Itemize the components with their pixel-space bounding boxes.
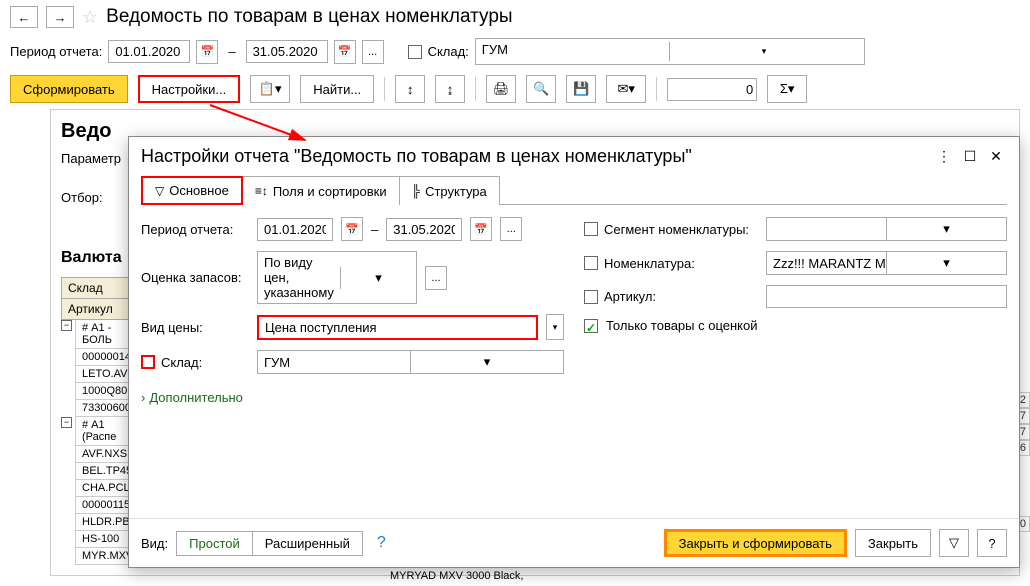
print-icon[interactable]: 🖨 (486, 75, 516, 103)
help-button[interactable]: ? (977, 529, 1007, 557)
tree-toggle[interactable]: − (61, 320, 72, 331)
period-more-button[interactable]: ... (362, 40, 384, 64)
dlg-period-label: Период отчета: (141, 222, 249, 237)
preview-icon[interactable]: 🔍 (526, 75, 556, 103)
warehouse-checkbox[interactable] (408, 45, 422, 59)
nomenclature-checkbox[interactable] (584, 256, 598, 270)
generate-button[interactable]: Сформировать (10, 75, 128, 103)
view-label: Вид: (141, 536, 168, 551)
segment-checkbox[interactable] (584, 222, 598, 236)
chevron-down-icon[interactable]: ▾ (546, 314, 564, 340)
tab-main[interactable]: ▽Основное (141, 176, 243, 205)
settings-button[interactable]: Настройки... (138, 75, 241, 103)
back-button[interactable]: ← (10, 6, 38, 28)
funnel-icon: ▽ (155, 184, 164, 198)
th-article: Артикул (61, 298, 131, 320)
page-title: Ведомость по товарам в ценах номенклатур… (106, 6, 512, 28)
params-label: Параметр (61, 151, 136, 166)
segment-select[interactable]: ▾ (766, 217, 1007, 241)
more-menu-icon[interactable]: ⋮ (933, 145, 955, 167)
article-checkbox[interactable] (584, 290, 598, 304)
forward-button[interactable]: → (46, 6, 74, 28)
expand-button[interactable]: ↕ (395, 75, 425, 103)
find-button[interactable]: Найти... (300, 75, 374, 103)
warehouse-label: Склад: (428, 44, 469, 59)
warehouse-checkbox[interactable] (141, 355, 155, 369)
close-generate-button[interactable]: Закрыть и сформировать (664, 529, 847, 557)
segment-label: Сегмент номенклатуры: (604, 222, 749, 237)
dlg-date-from[interactable] (257, 218, 333, 241)
bottom-partial-text: MYRYAD MXV 3000 Black, (390, 570, 523, 582)
help-icon[interactable]: ? (377, 534, 386, 552)
chevron-down-icon[interactable]: ▾ (669, 42, 858, 61)
tree-icon: ╠ (412, 184, 421, 198)
stock-eval-select[interactable]: По виду цен, указанному▾ (257, 251, 417, 304)
date-dash: – (228, 44, 235, 59)
chevron-right-icon: › (141, 390, 145, 405)
clipboard-dropdown-button[interactable]: 📋▾ (250, 75, 290, 103)
article-input[interactable] (766, 285, 1007, 308)
calendar-icon[interactable]: 📅 (341, 217, 363, 241)
filter-label: Отбор: (61, 190, 136, 205)
date-to-calendar-icon[interactable]: 📅 (334, 40, 356, 64)
maximize-icon[interactable]: ☐ (959, 145, 981, 167)
date-to-input[interactable] (246, 40, 328, 63)
favorite-star-icon[interactable]: ☆ (82, 7, 98, 28)
more-link[interactable]: ›Дополнительно (141, 390, 243, 405)
th-warehouse: Склад (61, 277, 131, 299)
price-type-select[interactable]: Цена поступления (257, 315, 538, 340)
only-valued-checkbox[interactable] (584, 319, 598, 333)
settings-dialog: Настройки отчета "Ведомость по товарам в… (128, 136, 1020, 568)
stock-eval-more[interactable]: ... (425, 266, 447, 290)
chevron-down-icon[interactable]: ▾ (886, 218, 1006, 240)
save-icon[interactable]: 💾 (566, 75, 596, 103)
dlg-date-to[interactable] (386, 218, 462, 241)
dialog-title: Настройки отчета "Ведомость по товарам в… (141, 146, 929, 167)
sigma-dropdown-button[interactable]: Σ▾ (767, 75, 807, 103)
chevron-down-icon[interactable]: ▾ (886, 252, 1006, 274)
period-label: Период отчета: (10, 44, 102, 59)
price-type-label: Вид цены: (141, 320, 249, 335)
sort-icon: ≡↕ (255, 184, 268, 198)
filter-icon[interactable]: ▽ (939, 529, 969, 557)
only-valued-label: Только товары с оценкой (606, 318, 758, 333)
close-button[interactable]: Закрыть (855, 529, 931, 557)
chevron-down-icon[interactable]: ▾ (340, 267, 416, 289)
nomenclature-select[interactable]: Zzz!!! MARANTZ M-CR 611 Black▾ (766, 251, 1007, 275)
calendar-icon[interactable]: 📅 (470, 217, 492, 241)
tab-structure[interactable]: ╠Структура (399, 176, 500, 205)
close-icon[interactable]: ✕ (985, 145, 1007, 167)
currency-label: Валюта (61, 249, 122, 267)
collapse-button[interactable]: ↨ (435, 75, 465, 103)
dlg-warehouse-label: Склад: (161, 355, 202, 370)
date-from-calendar-icon[interactable]: 📅 (196, 40, 218, 64)
chevron-down-icon[interactable]: ▾ (410, 351, 563, 373)
period-more[interactable]: ... (500, 217, 522, 241)
nomenclature-label: Номенклатура: (604, 256, 695, 271)
view-advanced-button[interactable]: Расширенный (252, 532, 362, 555)
number-input[interactable] (667, 78, 757, 101)
article-label: Артикул: (604, 289, 656, 304)
warehouse-select[interactable]: ГУМ ▾ (475, 38, 865, 65)
view-simple-button[interactable]: Простой (177, 532, 252, 555)
dlg-warehouse-select[interactable]: ГУМ▾ (257, 350, 564, 374)
mail-dropdown-button[interactable]: ✉▾ (606, 75, 646, 103)
tab-fields[interactable]: ≡↕Поля и сортировки (242, 176, 400, 205)
tree-toggle[interactable]: − (61, 417, 72, 428)
stock-eval-label: Оценка запасов: (141, 270, 249, 285)
view-toggle: Простой Расширенный (176, 531, 363, 556)
date-from-input[interactable] (108, 40, 190, 63)
